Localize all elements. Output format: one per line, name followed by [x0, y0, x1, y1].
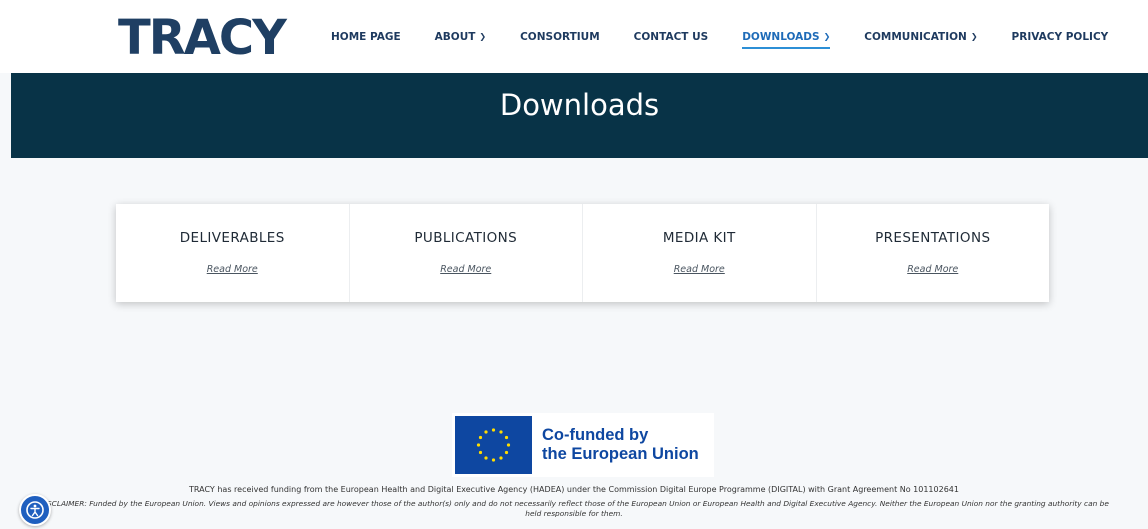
card-title: MEDIA KIT: [662, 230, 736, 246]
read-more-link[interactable]: Read More: [440, 264, 491, 275]
page-title: Downloads: [499, 87, 660, 122]
chevron-down-icon: ❯: [970, 32, 978, 41]
read-more-link[interactable]: Read More: [674, 264, 725, 275]
site-header: TRACY HOME PAGE ABOUT ❯ CONSORTIUM CONTAC…: [0, 0, 1148, 73]
card-presentations: PRESENTATIONS Read More: [817, 204, 1050, 302]
page-banner: Downloads: [11, 73, 1148, 158]
eu-cofunded-badge: Co-funded by the European Union: [452, 413, 714, 477]
nav-communication[interactable]: COMMUNICATION ❯: [864, 31, 977, 43]
eu-badge-text: Co-funded by the European Union: [542, 426, 699, 464]
nav-label: ABOUT: [434, 30, 476, 43]
downloads-cards: DELIVERABLES Read More PUBLICATIONS Read…: [116, 204, 1049, 302]
read-more-link[interactable]: Read More: [907, 264, 958, 275]
nav-about[interactable]: ABOUT ❯: [435, 31, 486, 43]
funding-statement: TRACY has received funding from the Euro…: [189, 485, 959, 494]
chevron-down-icon: ❯: [823, 32, 831, 41]
eu-badge-line1: Co-funded by: [542, 426, 649, 444]
nav-home-page[interactable]: HOME PAGE: [331, 31, 401, 43]
accessibility-icon: [26, 501, 44, 519]
nav-label: HOME PAGE: [331, 30, 401, 43]
main-nav: HOME PAGE ABOUT ❯ CONSORTIUM CONTACT US D…: [331, 0, 1142, 73]
nav-label: COMMUNICATION: [864, 30, 967, 43]
disclaimer: DISCLAIMER: Funded by the European Union…: [39, 499, 1109, 508]
accessibility-button[interactable]: [19, 494, 51, 526]
card-media-kit: MEDIA KIT Read More: [583, 204, 817, 302]
nav-label: PRIVACY POLICY: [1011, 30, 1109, 43]
nav-label: CONSORTIUM: [520, 30, 600, 43]
read-more-link[interactable]: Read More: [207, 264, 258, 275]
nav-downloads[interactable]: DOWNLOADS ❯: [742, 30, 831, 49]
card-title: PUBLICATIONS: [414, 230, 518, 246]
chevron-down-icon: ❯: [479, 32, 487, 41]
card-title: DELIVERABLES: [179, 230, 285, 246]
tracy-logo[interactable]: TRACY: [118, 10, 287, 66]
card-title: PRESENTATIONS: [875, 230, 991, 246]
nav-consortium[interactable]: CONSORTIUM: [520, 31, 600, 43]
nav-privacy-policy[interactable]: PRIVACY POLICY: [1012, 31, 1109, 43]
nav-contact-us[interactable]: CONTACT US: [634, 31, 709, 43]
logo-text: TRACY: [118, 10, 287, 66]
eu-badge-line2: the European Union: [542, 445, 699, 463]
disclaimer-line2: held responsible for them.: [525, 509, 623, 517]
nav-label: DOWNLOADS: [742, 30, 820, 43]
eu-flag-icon: [455, 416, 532, 474]
card-publications: PUBLICATIONS Read More: [350, 204, 583, 302]
card-deliverables: DELIVERABLES Read More: [116, 204, 350, 302]
nav-label: CONTACT US: [633, 30, 709, 43]
